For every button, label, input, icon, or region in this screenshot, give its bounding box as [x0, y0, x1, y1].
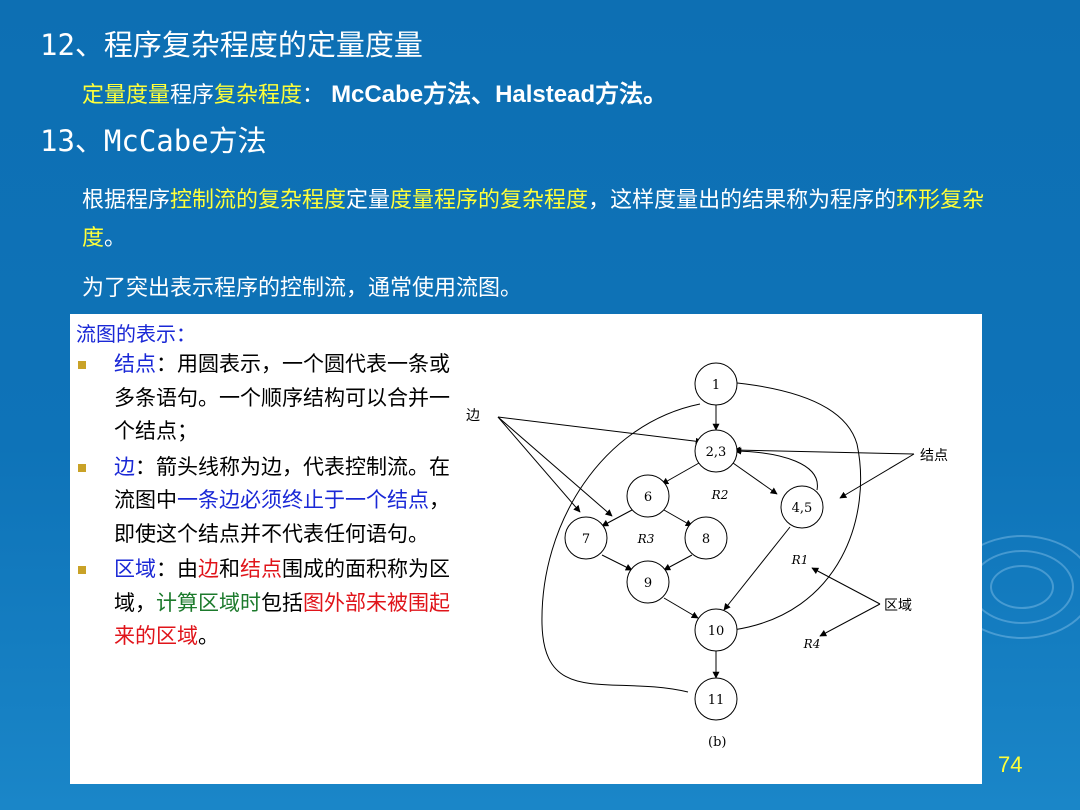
- edge-23-45: [732, 462, 778, 495]
- annotation-node-line: [839, 453, 915, 499]
- annotation-edge-line: [497, 416, 581, 513]
- bullet-marker-icon: [78, 361, 86, 369]
- edge-6-8: [663, 509, 693, 527]
- annotation-edge-line: [497, 416, 703, 445]
- para-text: 。: [104, 226, 127, 251]
- bullet-text: ：用圆表示，一个圆代表一条或多条语句。一个顺序结构可以合并一个结点；: [114, 352, 450, 443]
- flowgraph-panel: 流图的表示： 结点：用圆表示，一个圆代表一条或多条语句。一个顺序结构可以合并一个…: [70, 314, 982, 784]
- edge-7-9: [601, 554, 633, 571]
- mccabe-description: 根据程序控制流的复杂程度定量度量程序的复杂程度，这样度量出的结果称为程序的环形复…: [82, 182, 1027, 258]
- bullet-label-edge: 边: [114, 454, 135, 479]
- region-label: R4: [803, 637, 821, 651]
- annotation-edge-line: [497, 416, 613, 517]
- colon: ：: [302, 83, 325, 108]
- node-label: 7: [582, 532, 590, 547]
- region-label: R3: [637, 532, 655, 546]
- bullet-emphasis-blue: 一条边必须终止于一个结点: [177, 488, 429, 512]
- page-number: 74: [998, 752, 1023, 777]
- text-program: 程序: [170, 83, 215, 108]
- outer-loop-edge: [541, 403, 701, 693]
- edge-45-back-to-23: [734, 447, 818, 491]
- heading-section-12: 12、程序复杂程度的定量度量: [40, 28, 423, 62]
- word-node-red: 结点: [240, 557, 282, 581]
- edge-23-6: [661, 462, 700, 485]
- word-compute-green: 计算区域时: [156, 590, 261, 615]
- edge-9-10: [663, 597, 699, 619]
- bullet-text: 包括: [261, 590, 303, 615]
- heading-section-13: 13、McCabe方法: [40, 124, 267, 158]
- highlight-measure: 度量程序的复杂程度: [390, 188, 589, 213]
- edge-6-7: [601, 509, 633, 527]
- annotation-node-label: 结点: [920, 448, 948, 464]
- diagram-caption: (b): [708, 735, 726, 750]
- bullet-list: 结点：用圆表示，一个圆代表一条或多条语句。一个顺序结构可以合并一个结点； 边：箭…: [76, 348, 452, 654]
- panel-title: 流图的表示：: [76, 322, 196, 346]
- measure-methods-line: 定量度量程序复杂程度： McCabe方法、Halstead方法。: [82, 74, 667, 109]
- term-complexity: 复杂程度: [214, 83, 303, 108]
- term-quantitative-measure: 定量度量: [82, 83, 171, 108]
- bullet-region: 区域：由边和结点围成的面积称为区域，计算区域时包括图外部未被围起来的区域。: [76, 553, 452, 654]
- bullet-edge: 边：箭头线称为边，代表控制流。在流图中一条边必须终止于一个结点，即使这个结点并不…: [76, 451, 452, 552]
- bullet-label-region: 区域: [114, 557, 156, 581]
- para-text: 根据程序: [82, 188, 171, 213]
- node-label: 2,3: [706, 445, 727, 460]
- node-label: 6: [644, 490, 652, 505]
- node-label: 8: [702, 532, 710, 547]
- bullet-marker-icon: [78, 463, 86, 472]
- bullet-text: ：由: [156, 557, 198, 581]
- word-edge-red: 边: [198, 557, 219, 581]
- bullet-text: 。: [198, 624, 219, 648]
- bullet-text: 和: [219, 557, 240, 581]
- node-label: 4,5: [792, 501, 813, 516]
- edge-45-10: [723, 526, 791, 611]
- annotation-node-line: [733, 446, 915, 455]
- region-label: R2: [711, 488, 729, 502]
- node-label: 1: [712, 378, 720, 393]
- annotation-region-line: [811, 567, 881, 605]
- para-text: ，这样度量出的结果称为程序的: [588, 188, 897, 213]
- methods-list: McCabe方法、Halstead方法。: [331, 81, 668, 108]
- region-label: R1: [791, 553, 809, 567]
- highlight-control-flow: 控制流的复杂程度: [170, 188, 347, 213]
- annotation-edge-label: 边: [466, 408, 480, 424]
- node-label: 9: [644, 576, 652, 591]
- para-text: 定量: [346, 188, 391, 213]
- bullet-marker-icon: [78, 566, 86, 574]
- edge-8-9: [663, 554, 693, 571]
- node-label: 10: [708, 624, 725, 639]
- flowgraph-intro: 为了突出表示程序的控制流，通常使用流图。: [82, 276, 523, 301]
- annotation-region-line: [819, 603, 881, 637]
- annotation-region-label: 区域: [884, 598, 912, 614]
- flow-graph-diagram: 1 2,3 6 4,5 7 8 9 10 11 R2 R3 R1 R4 边 结点…: [466, 362, 948, 750]
- bullet-label-node: 结点: [114, 352, 156, 376]
- node-label: 11: [708, 693, 725, 708]
- bullet-node: 结点：用圆表示，一个圆代表一条或多条语句。一个顺序结构可以合并一个结点；: [76, 348, 452, 449]
